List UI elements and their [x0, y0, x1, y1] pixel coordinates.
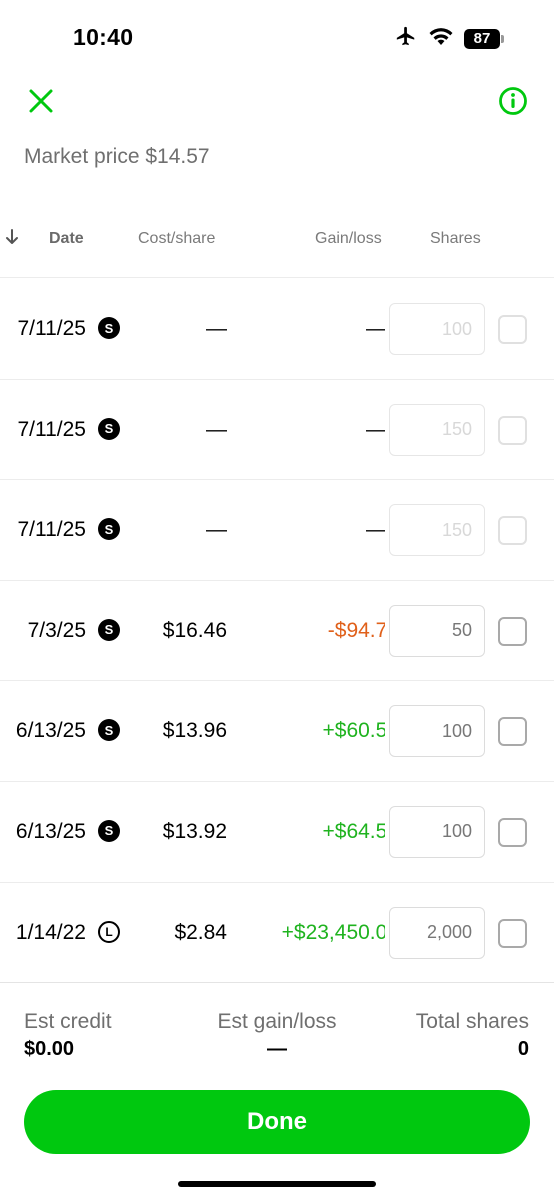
- lot-row: 7/11/25 S — — 150: [0, 380, 554, 481]
- lot-gain: +$60.50: [322, 719, 386, 743]
- est-gain-loss: Est gain/loss —: [211, 1010, 343, 1061]
- est-gain-loss-value: —: [267, 1038, 287, 1060]
- lot-row: 7/11/25 S — — 150: [0, 480, 554, 581]
- est-credit-label: Est credit: [24, 1010, 112, 1033]
- lot-checkbox[interactable]: [498, 516, 527, 546]
- lot-date: 7/11/25: [17, 317, 86, 340]
- info-icon: [499, 87, 527, 115]
- shares-input[interactable]: 50: [389, 604, 485, 657]
- market-price: Market price $14.57: [24, 145, 210, 168]
- lot-checkbox[interactable]: [498, 717, 527, 747]
- short-term-badge: S: [98, 719, 120, 742]
- lot-date: 7/3/25: [27, 618, 86, 642]
- column-header-gain[interactable]: Gain/loss: [315, 230, 385, 248]
- column-header-shares[interactable]: Shares: [430, 230, 481, 248]
- shares-input[interactable]: 100: [389, 805, 485, 858]
- close-icon: [29, 89, 53, 113]
- shares-input[interactable]: 150: [389, 504, 485, 557]
- airplane-icon: [394, 25, 418, 52]
- lot-row: 6/13/25 S $13.92 +$64.50 100: [0, 782, 554, 883]
- close-button[interactable]: [24, 84, 58, 118]
- header: [0, 80, 554, 124]
- lot-date: 7/11/25: [17, 417, 86, 441]
- lots-list: 7/11/25 S — — 100 7/11/25 S — — 150 7/11…: [0, 279, 554, 984]
- est-gain-loss-label: Est gain/loss: [217, 1010, 337, 1033]
- lot-gain: —: [366, 518, 385, 542]
- lot-date: 7/11/25: [17, 518, 86, 542]
- short-term-badge: S: [98, 518, 120, 541]
- total-shares-label: Total shares: [415, 1010, 529, 1033]
- info-button[interactable]: [498, 86, 528, 116]
- lot-cost: —: [206, 518, 227, 542]
- status-time: 10:40: [73, 24, 134, 50]
- column-header-cost[interactable]: Cost/share: [138, 230, 215, 248]
- total-shares: Total shares 0: [416, 1010, 529, 1061]
- battery-level: 87: [464, 28, 500, 49]
- lot-checkbox[interactable]: [498, 918, 527, 948]
- lot-cost: $16.46: [162, 618, 227, 642]
- lot-row: 6/13/25 S $13.96 +$60.50 100: [0, 681, 554, 782]
- lot-cost: $2.84: [174, 920, 227, 944]
- battery-icon: 87: [464, 28, 504, 49]
- sort-button[interactable]: [4, 227, 20, 252]
- lot-cost: —: [206, 417, 227, 441]
- shares-input[interactable]: 2,000: [389, 906, 485, 959]
- table-header: Date Cost/share Gain/loss Shares: [0, 200, 554, 278]
- short-term-badge: S: [98, 618, 120, 641]
- status-icons: 87: [394, 25, 504, 52]
- lot-checkbox[interactable]: [498, 415, 527, 445]
- lot-date: 6/13/25: [15, 819, 86, 843]
- status-bar: 10:40 87: [0, 0, 554, 70]
- total-shares-value: 0: [517, 1038, 529, 1060]
- shares-input[interactable]: 100: [389, 705, 485, 758]
- done-button[interactable]: Done: [24, 1090, 530, 1154]
- shares-input[interactable]: 100: [389, 303, 485, 355]
- short-term-badge: S: [98, 417, 120, 440]
- lot-gain: —: [366, 317, 385, 340]
- short-term-badge: S: [98, 317, 120, 339]
- lot-gain: -$94.75: [327, 618, 385, 642]
- summary-bar: Est credit $0.00 Est gain/loss — Total s…: [0, 1010, 554, 1070]
- lot-gain: —: [366, 417, 385, 441]
- wifi-icon: [428, 26, 454, 51]
- lot-date: 1/14/22: [15, 920, 86, 944]
- lot-checkbox[interactable]: [498, 315, 527, 344]
- short-term-badge: S: [98, 819, 120, 842]
- column-header-date[interactable]: Date: [49, 230, 84, 248]
- lot-gain: +$64.50: [322, 819, 386, 843]
- lot-row: 1/14/22 L $2.84 +$23,450.00 2,000: [0, 883, 554, 984]
- lot-cost: $13.92: [162, 819, 227, 843]
- home-indicator: [178, 1181, 376, 1187]
- lot-checkbox[interactable]: [498, 616, 527, 646]
- long-term-badge: L: [98, 920, 120, 943]
- lot-cost: —: [206, 317, 227, 340]
- est-credit-value: $0.00: [24, 1038, 75, 1060]
- lot-gain: +$23,450.00: [281, 920, 385, 944]
- shares-input[interactable]: 150: [389, 403, 485, 456]
- lot-cost: $13.96: [162, 719, 227, 743]
- lot-checkbox[interactable]: [498, 817, 527, 847]
- lot-row: 7/11/25 S — — 100: [0, 279, 554, 380]
- lot-row: 7/3/25 S $16.46 -$94.75 50: [0, 581, 554, 682]
- lot-date: 6/13/25: [15, 719, 86, 743]
- arrow-down-icon: [6, 229, 18, 244]
- est-credit: Est credit $0.00: [24, 1010, 112, 1061]
